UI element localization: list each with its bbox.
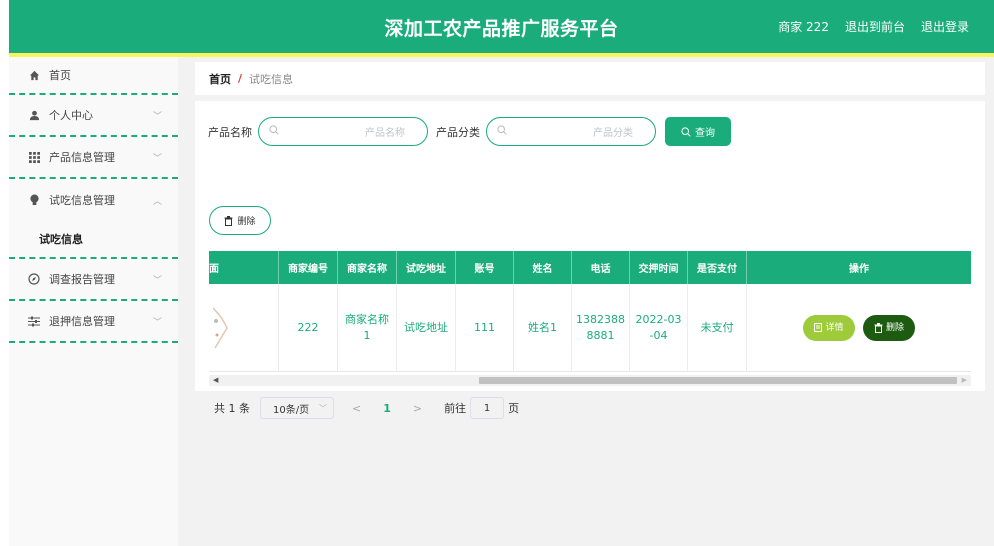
search-icon xyxy=(497,125,507,138)
product-category-label: 产品分类 xyxy=(436,125,480,139)
chevron-up-icon: ︿ xyxy=(152,196,162,207)
sidebar-item-survey-management[interactable]: 调查报告管理 ﹀ xyxy=(9,259,178,301)
detail-button[interactable]: 详情 xyxy=(803,314,855,341)
sliders-icon xyxy=(27,316,41,327)
breadcrumb-separator: / xyxy=(238,72,243,85)
col-header: 商家编号 xyxy=(279,251,338,284)
goto-page-input[interactable]: 1 xyxy=(470,397,505,419)
page-unit-label: 页 xyxy=(508,402,520,415)
cell-deposit-time: 2022-03-04 xyxy=(630,284,688,371)
detail-button-label: 详情 xyxy=(825,322,844,333)
page-size-select[interactable]: 10条/页 ﹀ xyxy=(260,397,334,419)
product-image xyxy=(213,306,228,348)
cell-merchant-no: 222 xyxy=(279,284,338,371)
sidebar-item-tasting-management[interactable]: 试吃信息管理 ︿ xyxy=(9,179,178,221)
goto-label: 前往 xyxy=(444,402,467,415)
chevron-down-icon: ﹀ xyxy=(152,275,162,286)
cell-merchant-name: 商家名称1 xyxy=(338,284,397,371)
breadcrumb-current: 试吃信息 xyxy=(249,72,294,86)
product-category-input[interactable]: 产品分类 xyxy=(486,117,656,146)
scroll-right-arrow-icon[interactable]: ▶ xyxy=(962,375,967,386)
table-header: 面 商家编号 商家名称 试吃地址 账号 姓名 电话 交押时间 是否支付 操作 xyxy=(209,251,971,284)
page-number-current[interactable]: 1 xyxy=(383,402,391,415)
cell-actions: 详情 删除 xyxy=(747,284,971,371)
sidebar-item-label: 试吃信息管理 xyxy=(49,194,115,207)
total-count: 共 1 条 xyxy=(214,402,250,415)
main-content: 首页 / 试吃信息 产品名称 产品名称 产品分类 产品分类 查询 删除 面 商家… xyxy=(178,57,994,546)
cell-account: 111 xyxy=(456,284,514,371)
query-button[interactable]: 查询 xyxy=(665,117,731,146)
sidebar-subitem-tasting-info[interactable]: 试吃信息 xyxy=(9,221,178,259)
sidebar-item-product-management[interactable]: 产品信息管理 ﹀ xyxy=(9,137,178,179)
sidebar-item-label: 调查报告管理 xyxy=(49,273,115,286)
table-row: 222 商家名称1 试吃地址 111 姓名1 13823888881 2022-… xyxy=(209,284,971,372)
row-delete-label: 删除 xyxy=(885,322,904,333)
product-name-input[interactable]: 产品名称 xyxy=(258,117,428,146)
cell-paid-status: 未支付 xyxy=(688,284,747,371)
chevron-down-icon: ﹀ xyxy=(152,153,162,164)
col-header: 操作 xyxy=(849,264,869,275)
query-button-label: 查询 xyxy=(695,128,715,139)
cell-tasting-address: 试吃地址 xyxy=(397,284,456,371)
logout-link[interactable]: 退出登录 xyxy=(921,18,969,35)
next-page-button[interactable]: > xyxy=(413,402,422,415)
breadcrumb-home[interactable]: 首页 xyxy=(209,71,231,87)
col-header: 电话 xyxy=(572,251,630,284)
bulk-delete-button[interactable]: 删除 xyxy=(209,206,271,235)
cell-phone: 13823888881 xyxy=(572,284,630,371)
content-panel: 产品名称 产品名称 产品分类 产品分类 查询 删除 面 商家编号 商家名称 试吃… xyxy=(195,101,985,419)
col-header: 试吃地址 xyxy=(397,251,456,284)
scroll-left-arrow-icon[interactable]: ◀ xyxy=(213,375,218,386)
document-icon xyxy=(814,323,823,332)
tasting-table: 面 商家编号 商家名称 试吃地址 账号 姓名 电话 交押时间 是否支付 操作 2… xyxy=(209,251,971,373)
page-size-value: 10条/页 xyxy=(273,404,310,416)
trash-icon xyxy=(874,322,883,333)
product-name-label: 产品名称 xyxy=(208,125,252,139)
search-icon xyxy=(681,126,691,137)
bulk-delete-label: 删除 xyxy=(237,217,256,227)
goto-page-value: 1 xyxy=(483,402,491,414)
compass-icon xyxy=(27,273,41,285)
back-to-front-link[interactable]: 退出到前台 xyxy=(845,18,905,35)
sidebar-item-label: 首页 xyxy=(49,69,71,82)
col-header: 账号 xyxy=(456,251,514,284)
cell-name: 姓名1 xyxy=(514,284,572,371)
current-user: 商家 222 xyxy=(778,20,829,34)
grid-icon xyxy=(27,151,41,163)
sidebar-item-label: 个人中心 xyxy=(49,109,93,122)
search-icon xyxy=(269,125,279,138)
row-delete-button[interactable]: 删除 xyxy=(863,314,915,341)
scrollbar-thumb[interactable] xyxy=(479,377,957,384)
col-header: 交押时间 xyxy=(630,251,688,284)
bulb-icon xyxy=(27,194,41,206)
product-image-cell xyxy=(209,284,279,371)
sidebar-item-label: 产品信息管理 xyxy=(49,151,115,164)
sidebar-item-label: 退押信息管理 xyxy=(49,315,115,328)
horizontal-scrollbar[interactable]: ◀ ▶ xyxy=(209,375,971,386)
home-icon xyxy=(27,70,41,81)
top-header: 深加工农产品推广服务平台 商家 222 退出到前台 退出登录 xyxy=(9,0,994,53)
header-actions: 商家 222 退出到前台 退出登录 xyxy=(778,18,969,35)
sidebar-item-deposit-refund-management[interactable]: 退押信息管理 ﹀ xyxy=(9,301,178,343)
sidebar-item-personal-center[interactable]: 个人中心 ﹀ xyxy=(9,95,178,137)
chevron-down-icon: ﹀ xyxy=(319,403,327,413)
col-header: 是否支付 xyxy=(688,251,747,284)
sidebar: 首页 个人中心 ﹀ 产品信息管理 ﹀ 试吃信息管理 ︿ 试吃信息 调查报告管理 … xyxy=(9,57,178,546)
col-header: 商家名称 xyxy=(338,251,397,284)
col-header: 姓名 xyxy=(514,251,572,284)
prev-page-button[interactable]: < xyxy=(352,402,361,415)
product-name-placeholder: 产品名称 xyxy=(365,128,405,139)
product-category-placeholder: 产品分类 xyxy=(593,128,633,139)
user-icon xyxy=(27,110,41,121)
chevron-down-icon: ﹀ xyxy=(152,111,162,122)
search-bar: 产品名称 产品名称 产品分类 产品分类 查询 xyxy=(208,117,731,146)
chevron-down-icon: ﹀ xyxy=(152,317,162,328)
pagination: 共 1 条 10条/页 ﹀ < 1 > 前往 1 页 xyxy=(214,397,519,419)
breadcrumb: 首页 / 试吃信息 xyxy=(195,62,985,95)
col-header: 面 xyxy=(209,251,279,284)
trash-icon xyxy=(224,215,233,226)
sidebar-item-home[interactable]: 首页 xyxy=(9,57,178,95)
